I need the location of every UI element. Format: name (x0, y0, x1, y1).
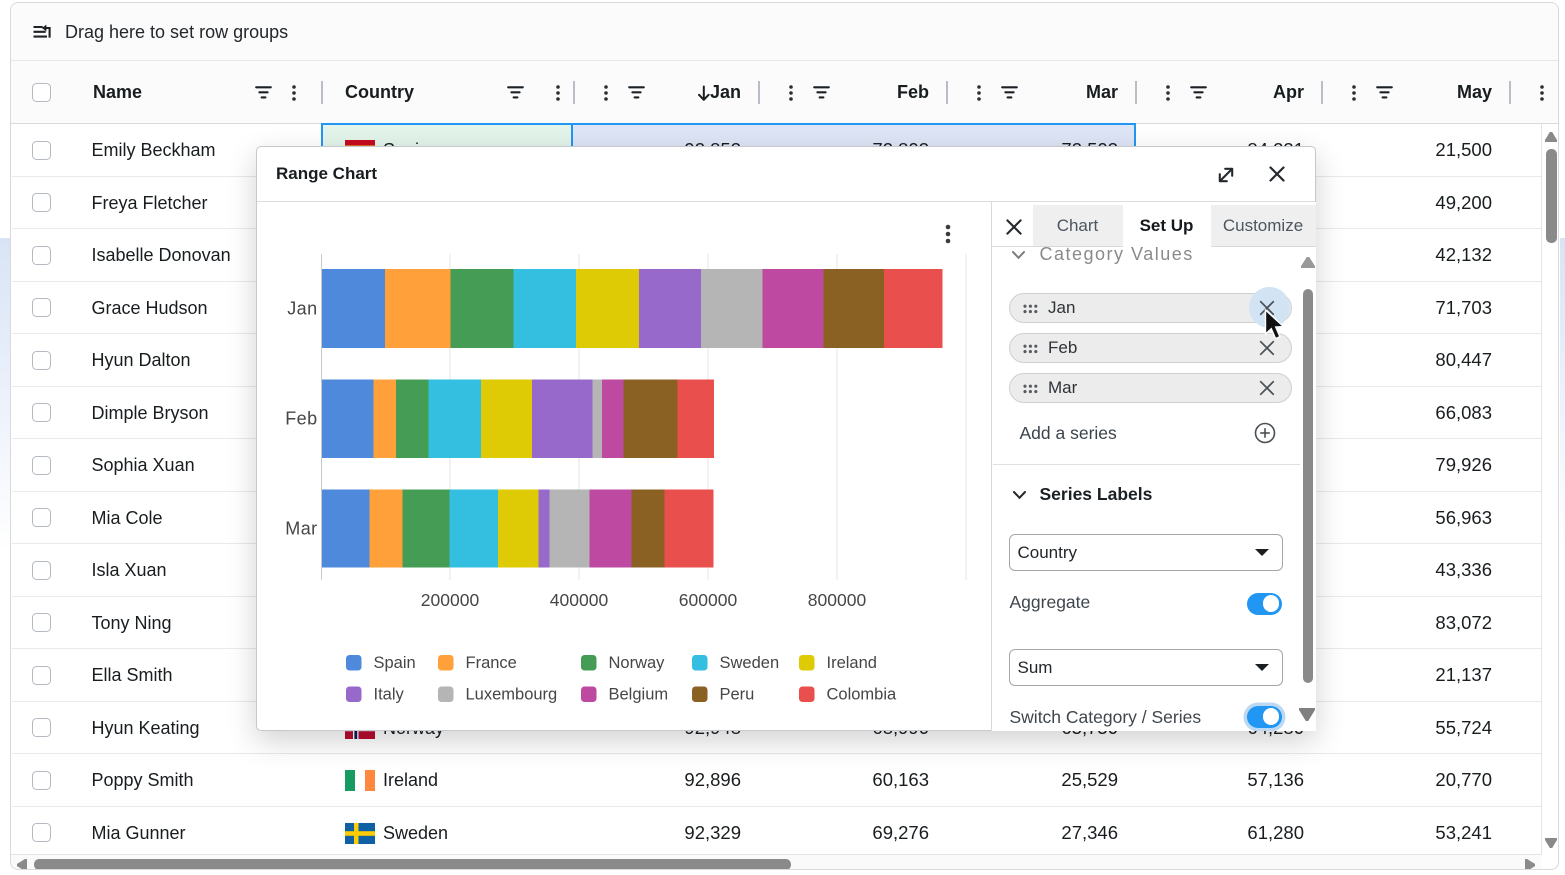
svg-text:France: France (466, 654, 517, 672)
svg-text:Italy: Italy (374, 685, 405, 703)
svg-text:Norway: Norway (609, 654, 666, 672)
svg-text:600000: 600000 (679, 590, 738, 610)
svg-text:Belgium: Belgium (609, 685, 669, 703)
svg-text:Luxembourg: Luxembourg (466, 685, 558, 703)
svg-text:Jan: Jan (287, 298, 317, 318)
svg-text:200000: 200000 (421, 590, 480, 610)
svg-text:400000: 400000 (550, 590, 609, 610)
svg-text:Spain: Spain (374, 654, 416, 672)
svg-text:Peru: Peru (720, 685, 755, 703)
svg-text:800000: 800000 (808, 590, 867, 610)
svg-text:Feb: Feb (285, 408, 317, 428)
svg-text:Mar: Mar (285, 518, 317, 538)
svg-text:Sweden: Sweden (720, 654, 780, 672)
svg-text:Colombia: Colombia (827, 685, 898, 703)
svg-text:Ireland: Ireland (827, 654, 877, 672)
